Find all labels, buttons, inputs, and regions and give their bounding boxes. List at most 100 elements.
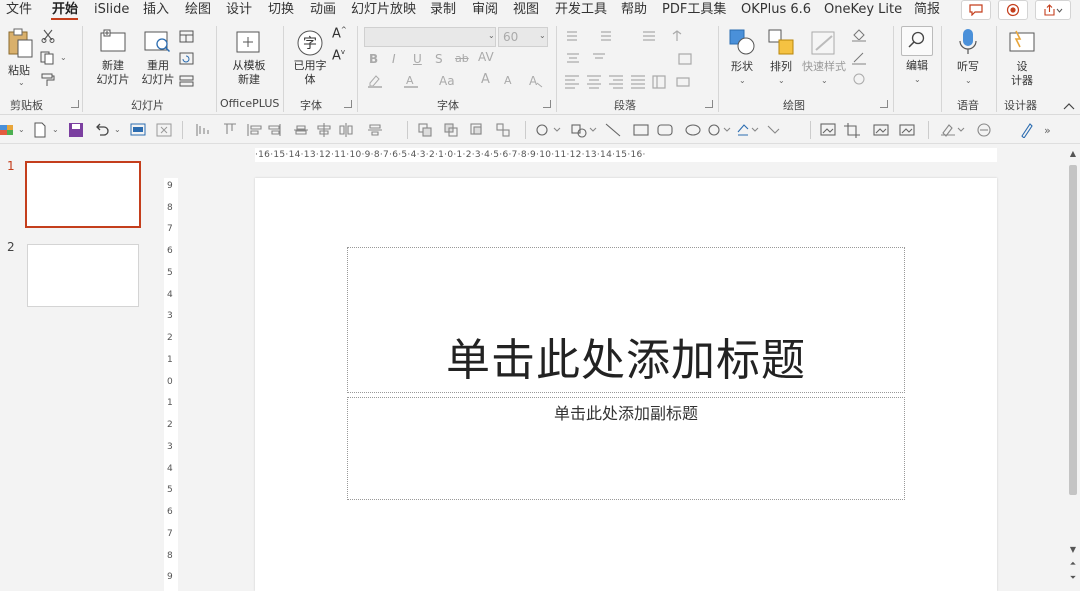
char-spacing-button[interactable]: AV	[478, 50, 494, 64]
font-color-icon[interactable]: A	[403, 74, 419, 88]
scrollbar-thumb[interactable]	[1069, 165, 1077, 495]
previous-slide-arrow[interactable]: ⏶	[1068, 559, 1078, 569]
used-fonts-button[interactable]: 字 已用字 体	[288, 28, 332, 90]
scroll-up-arrow[interactable]: ▲	[1068, 149, 1078, 159]
shape-fill-icon[interactable]	[851, 28, 867, 42]
menu-view[interactable]: 视图	[513, 1, 539, 18]
record-button[interactable]	[998, 0, 1028, 20]
template-new-button[interactable]: 从模板 新建	[226, 28, 272, 90]
vertical-scrollbar[interactable]: ▲ ▼ ⏶ ⏷	[1066, 145, 1080, 591]
vertical-ruler-number: 6	[167, 507, 173, 517]
menu-developer[interactable]: 开发工具	[555, 1, 607, 18]
reuse-slide-button[interactable]: 重用 幻灯片	[138, 28, 178, 88]
copy-icon[interactable]	[40, 51, 56, 65]
paragraph-controls[interactable]	[563, 28, 703, 98]
save-icon[interactable]	[68, 122, 84, 138]
menu-islide[interactable]: iSlide	[94, 1, 129, 18]
shrink-font-button[interactable]: A	[504, 74, 512, 87]
slide-view-icon[interactable]	[130, 122, 146, 138]
menu-draw[interactable]: 绘图	[185, 1, 211, 18]
svg-text:字: 字	[303, 36, 317, 52]
shape-outline-icon[interactable]	[851, 51, 867, 65]
font-char-icon: 字	[297, 30, 323, 56]
section-icon[interactable]	[179, 74, 195, 88]
menu-slideshow[interactable]: 幻灯片放映	[351, 1, 416, 18]
vertical-ruler-number: 0	[167, 377, 173, 387]
collapse-ribbon-icon[interactable]	[1063, 102, 1075, 110]
menu-pdf-tools[interactable]: PDF工具集	[662, 1, 726, 18]
new-slide-label-1: 新建	[102, 59, 124, 72]
menu-transitions[interactable]: 切换	[268, 1, 294, 18]
font-name-select[interactable]	[364, 27, 496, 47]
close-view-icon[interactable]	[156, 122, 172, 138]
slide-thumbnail-1[interactable]	[25, 161, 141, 228]
menu-review[interactable]: 审阅	[472, 1, 498, 18]
vertical-ruler-number: 1	[167, 355, 173, 365]
strike-button[interactable]: ab	[455, 52, 469, 65]
cut-icon[interactable]	[40, 29, 56, 43]
bold-button[interactable]: B	[369, 52, 378, 66]
paste-button[interactable]: 粘贴 ⌄	[6, 28, 36, 87]
menu-animations[interactable]: 动画	[310, 1, 336, 18]
arrange-tools[interactable]	[418, 122, 518, 138]
reuse-slide-label-2: 幻灯片	[141, 73, 175, 86]
font-size-select[interactable]: 60 ⌄	[498, 27, 548, 47]
vertical-ruler: 9 8 7 6 5 4 3 2 1 0 1 2 3 4 5 6 7 8 9	[164, 178, 178, 591]
highlight-icon[interactable]	[367, 74, 383, 88]
dictate-button[interactable]: 听写 ⌄	[948, 28, 988, 90]
clear-format-icon[interactable]: A	[528, 74, 544, 88]
edit-button[interactable]: 编辑 ⌄	[899, 26, 935, 88]
theme-color-icon[interactable]	[0, 122, 16, 138]
slide-canvas[interactable]: 单击此处添加标题 单击此处添加副标题	[255, 178, 997, 591]
undo-icon[interactable]	[94, 122, 110, 138]
file-icon[interactable]	[32, 122, 48, 138]
svg-text:A: A	[529, 74, 538, 88]
paragraph-launcher[interactable]	[705, 100, 713, 108]
shapes-button[interactable]: 形状 ⌄	[724, 28, 760, 90]
underline-button[interactable]: U	[413, 52, 422, 66]
designer-button[interactable]: 设 计器	[1002, 28, 1042, 92]
font-decrease-icon[interactable]: Av	[332, 48, 345, 63]
font-increase-icon[interactable]: A^	[332, 26, 347, 41]
shape-tools[interactable]	[536, 122, 806, 138]
used-fonts-launcher[interactable]	[344, 100, 352, 108]
clipboard-launcher[interactable]	[71, 100, 79, 108]
menu-file[interactable]: 文件	[6, 1, 32, 18]
comments-button[interactable]	[961, 0, 991, 20]
menu-briefing[interactable]: 简报	[914, 1, 940, 18]
shape-effects-icon[interactable]	[851, 72, 867, 86]
record-icon	[1006, 3, 1020, 17]
align-tools[interactable]	[196, 122, 396, 138]
menu-record[interactable]: 录制	[430, 1, 456, 18]
picture-tools[interactable]	[820, 122, 920, 138]
subtitle-placeholder[interactable]: 单击此处添加副标题	[347, 397, 905, 500]
menu-design[interactable]: 设计	[226, 1, 252, 18]
grow-font-button[interactable]: A	[481, 72, 490, 87]
menu-okplus[interactable]: OKPlus 6.6	[741, 1, 811, 18]
menu-help[interactable]: 帮助	[621, 1, 647, 18]
menu-insert[interactable]: 插入	[143, 1, 169, 18]
format-painter-icon[interactable]	[40, 73, 56, 87]
layout-icon[interactable]	[179, 30, 195, 44]
font-launcher[interactable]	[543, 100, 551, 108]
quick-styles-button[interactable]: 快速样式 ⌄	[800, 28, 848, 90]
more-tools[interactable]: »	[940, 122, 1060, 138]
menu-home[interactable]: 开始	[52, 1, 78, 18]
menu-onekey-lite[interactable]: OneKey Lite	[824, 1, 902, 18]
change-case-button[interactable]: Aa	[439, 74, 455, 88]
slide-thumbnail-2[interactable]	[27, 244, 139, 307]
drawing-launcher[interactable]	[880, 100, 888, 108]
next-slide-arrow[interactable]: ⏷	[1068, 573, 1078, 583]
reset-icon[interactable]	[179, 52, 195, 66]
italic-button[interactable]: I	[392, 52, 396, 66]
title-placeholder[interactable]: 单击此处添加标题	[347, 247, 905, 393]
new-slide-button[interactable]: 新建 幻灯片	[89, 28, 137, 88]
shadow-button[interactable]: S	[435, 52, 443, 66]
template-label-2: 新建	[238, 73, 260, 86]
scroll-down-arrow[interactable]: ▼	[1068, 545, 1078, 555]
vertical-ruler-number: 5	[167, 485, 173, 495]
arrange-button[interactable]: 排列 ⌄	[763, 28, 799, 90]
share-button[interactable]	[1035, 0, 1071, 20]
new-slide-label-2: 幻灯片	[96, 73, 130, 86]
vertical-ruler-number: 4	[167, 464, 173, 474]
